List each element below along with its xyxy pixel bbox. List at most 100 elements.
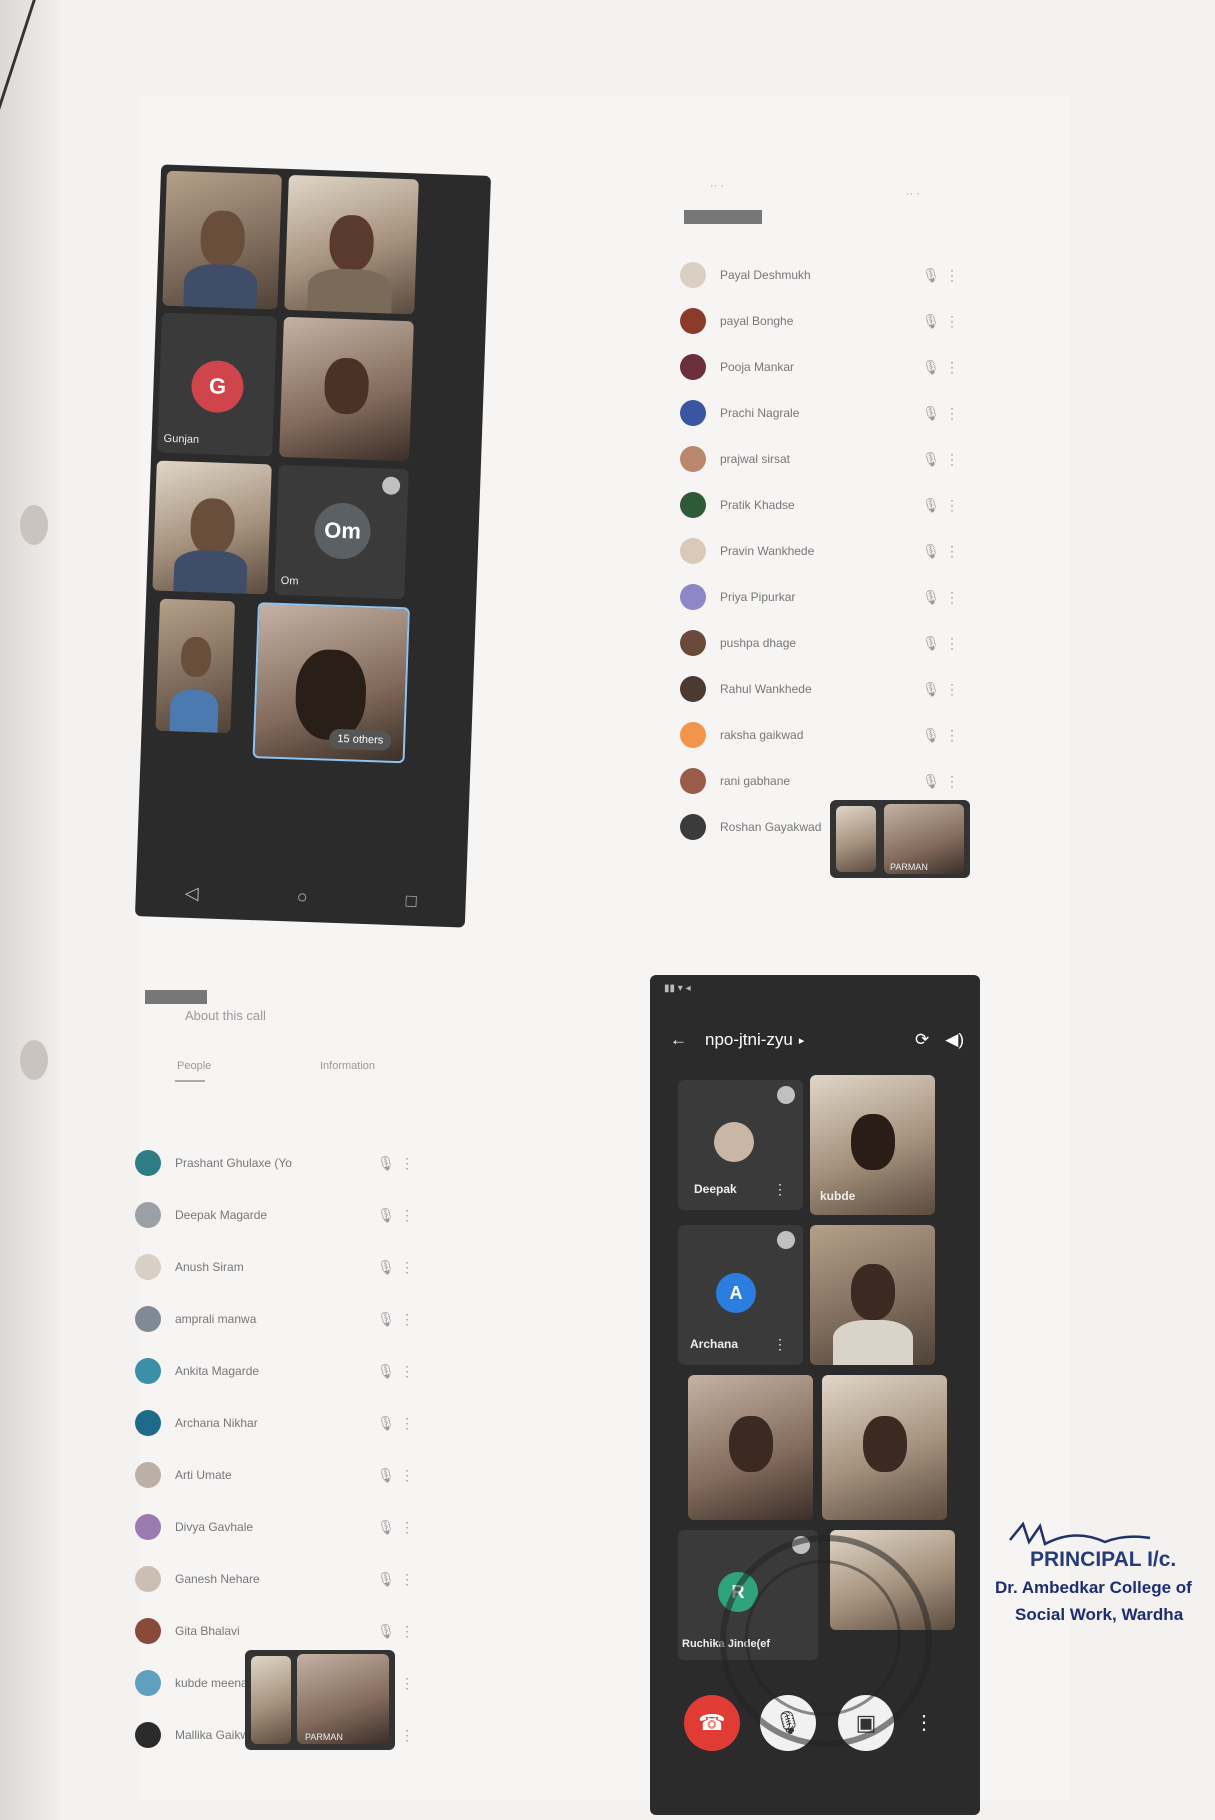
about-call-screenshot: About this call People Information Prash… — [135, 960, 425, 1760]
participant-row[interactable]: Divya Gavhale 🎙 ⋮ — [135, 1514, 415, 1540]
participant-row[interactable]: Payal Deshmukh 🎙 ⋮ — [680, 262, 960, 288]
participant-name: Gunjan — [163, 432, 200, 446]
more-options-icon[interactable]: ⋮ — [944, 773, 960, 790]
participant-name: Priya Pipurkar — [720, 590, 796, 604]
others-badge[interactable]: 15 others — [329, 728, 392, 751]
participant-row[interactable]: Arti Umate 🎙 ⋮ — [135, 1462, 415, 1488]
back-arrow-icon[interactable]: ← — [670, 1030, 687, 1050]
more-options-icon[interactable]: ⋮ — [944, 543, 960, 560]
participant-row[interactable]: Priya Pipurkar 🎙 ⋮ — [680, 584, 960, 610]
video-tile — [822, 1375, 947, 1520]
more-options-icon[interactable]: ⋮ — [944, 727, 960, 744]
tab-people[interactable]: People — [177, 1060, 211, 1072]
participant-row[interactable]: prajwal sirsat 🎙 ⋮ — [680, 446, 960, 472]
caret-icon[interactable]: ▸ — [799, 1034, 805, 1047]
speaker-icon[interactable]: ◀) — [945, 1030, 964, 1050]
participant-row[interactable]: Deepak Magarde 🎙 ⋮ — [135, 1202, 415, 1228]
participant-row[interactable]: amprali manwa 🎙 ⋮ — [135, 1306, 415, 1332]
participant-avatar — [680, 492, 706, 518]
recents-icon[interactable]: □ — [405, 890, 417, 911]
participant-avatar — [680, 446, 706, 472]
more-options-icon[interactable]: ⋮ — [773, 1181, 787, 1198]
more-options-icon[interactable]: ⋮ — [399, 1311, 415, 1328]
participant-name: prajwal sirsat — [720, 452, 791, 466]
mic-muted-icon: 🎙 — [377, 1570, 395, 1587]
video-tile — [162, 170, 282, 310]
participant-row[interactable]: Pravin Wankhede 🎙 ⋮ — [680, 538, 960, 564]
participant-row[interactable]: Prashant Ghulaxe (Yo 🎙 ⋮ — [135, 1150, 415, 1176]
college-name: Dr. Ambedkar College of — [995, 1578, 1192, 1597]
participant-avatar — [680, 308, 706, 334]
mic-muted-icon: 🎙 — [377, 1154, 395, 1171]
participant-avatar: G — [190, 359, 245, 414]
mic-muted-icon: 🎙 — [922, 634, 940, 651]
participant-name: Pratik Khadse — [720, 498, 795, 512]
more-options-icon[interactable]: ⋮ — [914, 1710, 934, 1735]
participant-avatar — [680, 584, 706, 610]
self-view-pip[interactable]: PARMAN — [245, 1650, 395, 1750]
participant-row[interactable]: pushpa dhage 🎙 ⋮ — [680, 630, 960, 656]
video-tile — [688, 1375, 813, 1520]
participant-row[interactable]: Anush Siram 🎙 ⋮ — [135, 1254, 415, 1280]
participant-row[interactable]: Pooja Mankar 🎙 ⋮ — [680, 354, 960, 380]
self-view-pip[interactable]: PARMAN — [830, 800, 970, 878]
participant-name: kubde — [820, 1189, 856, 1203]
avatar-tile: G Gunjan — [157, 312, 277, 457]
more-options-icon[interactable]: ⋮ — [399, 1155, 415, 1172]
participant-row[interactable]: payal Bonghe 🎙 ⋮ — [680, 308, 960, 334]
active-speaker-tile: 15 others — [252, 602, 410, 764]
meeting-code[interactable]: npo-jtni-zyu — [705, 1030, 793, 1050]
status-bar: ▮▮ ▾ ◂ — [664, 983, 691, 994]
more-options-icon[interactable]: ⋮ — [399, 1571, 415, 1588]
participant-row[interactable]: raksha gaikwad 🎙 ⋮ — [680, 722, 960, 748]
participant-row[interactable]: Ganesh Nehare 🎙 ⋮ — [135, 1566, 415, 1592]
participant-name: Divya Gavhale — [175, 1520, 254, 1534]
more-options-icon[interactable]: ⋮ — [399, 1207, 415, 1224]
more-options-icon[interactable]: ⋮ — [399, 1623, 415, 1640]
more-options-icon[interactable]: ⋮ — [399, 1363, 415, 1380]
more-options-icon[interactable]: ⋮ — [399, 1259, 415, 1276]
tab-information[interactable]: Information — [320, 1060, 375, 1072]
participant-name: Om — [280, 574, 299, 588]
participant-name: pushpa dhage — [720, 636, 797, 650]
more-options-icon[interactable]: ⋮ — [944, 313, 960, 330]
participant-row[interactable]: Gita Bhalavi 🎙 ⋮ — [135, 1618, 415, 1644]
back-icon[interactable]: ◁ — [185, 882, 200, 903]
more-options-icon[interactable]: ⋮ — [944, 589, 960, 606]
punch-hole — [20, 505, 48, 545]
mic-muted-icon: 🎙 — [377, 1466, 395, 1483]
more-options-icon[interactable]: ⋮ — [399, 1467, 415, 1484]
more-options-icon[interactable]: ⋮ — [399, 1675, 415, 1692]
principal-title: PRINCIPAL I/c. — [1030, 1548, 1177, 1571]
more-options-icon[interactable]: ⋮ — [773, 1336, 787, 1353]
meeting-header: ← npo-jtni-zyu ▸ ⟳ ◀) — [650, 1015, 980, 1065]
participant-row[interactable]: Rahul Wankhede 🎙 ⋮ — [680, 676, 960, 702]
more-options-icon[interactable]: ⋮ — [944, 405, 960, 422]
more-options-icon[interactable]: ⋮ — [399, 1415, 415, 1432]
participant-row[interactable]: Archana Nikhar 🎙 ⋮ — [135, 1410, 415, 1436]
end-call-button[interactable]: ☎ — [684, 1695, 740, 1751]
participant-avatar — [714, 1122, 754, 1162]
mic-muted-icon: 🎙 — [922, 680, 940, 697]
more-options-icon[interactable]: ⋮ — [944, 635, 960, 652]
participant-row[interactable]: Ankita Magarde 🎙 ⋮ — [135, 1358, 415, 1384]
participant-name: Ganesh Nehare — [175, 1572, 260, 1586]
more-options-icon[interactable]: ⋮ — [944, 267, 960, 284]
participant-row[interactable]: Prachi Nagrale 🎙 ⋮ — [680, 400, 960, 426]
more-options-icon[interactable]: ⋮ — [944, 451, 960, 468]
participant-name: rani gabhane — [720, 774, 791, 788]
participant-avatar — [680, 768, 706, 794]
participant-row[interactable]: Pratik Khadse 🎙 ⋮ — [680, 492, 960, 518]
more-options-icon[interactable]: ⋮ — [944, 359, 960, 376]
more-options-icon[interactable]: ⋮ — [399, 1727, 415, 1744]
more-options-icon[interactable]: ⋮ — [944, 497, 960, 514]
video-tile — [810, 1225, 935, 1365]
more-options-icon[interactable]: ⋮ — [944, 681, 960, 698]
mic-muted-icon: 🎙 — [377, 1206, 395, 1223]
participant-avatar — [135, 1722, 161, 1748]
participant-row[interactable]: rani gabhane 🎙 ⋮ — [680, 768, 960, 794]
more-options-icon[interactable]: ⋮ — [399, 1519, 415, 1536]
mic-muted-icon: 🎙 — [922, 496, 940, 513]
switch-camera-icon[interactable]: ⟳ — [915, 1030, 929, 1050]
home-icon[interactable]: ○ — [296, 886, 308, 907]
